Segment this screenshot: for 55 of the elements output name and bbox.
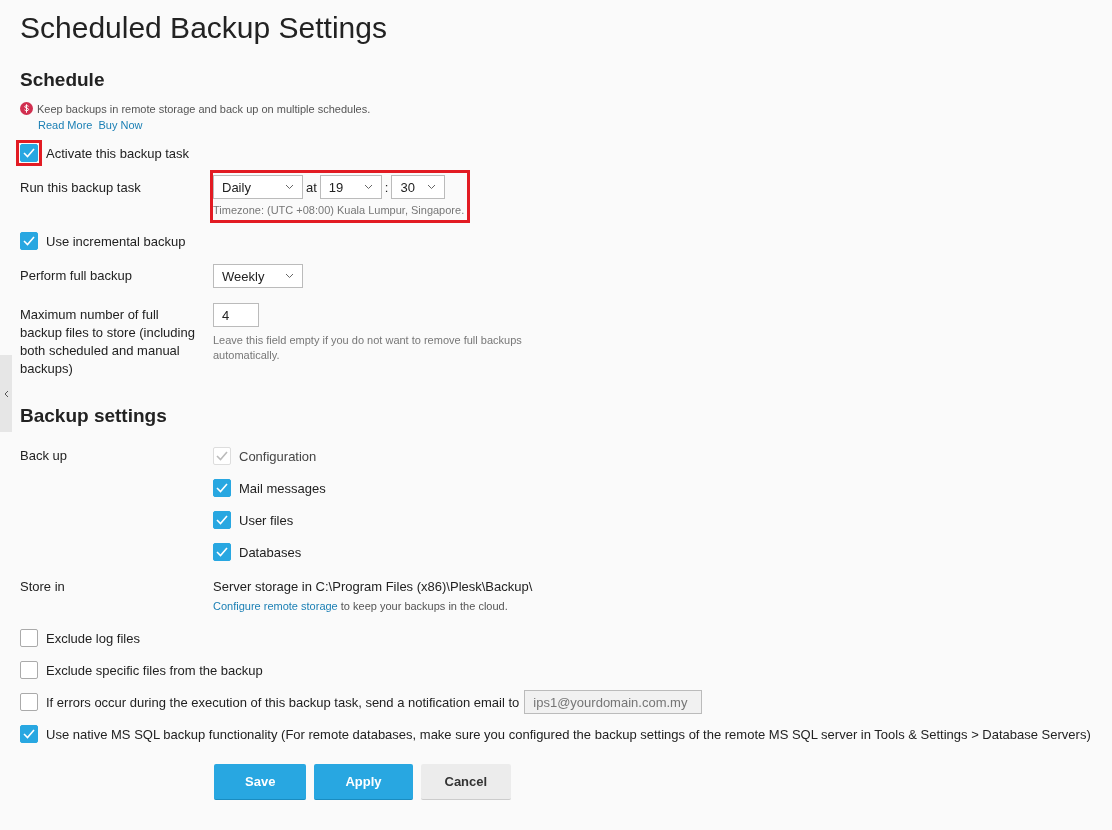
timezone-note: Timezone: (UTC +08:00) Kuala Lumpur, Singapore. (213, 203, 465, 218)
checkbox[interactable] (213, 511, 231, 529)
checkbox[interactable] (20, 232, 38, 250)
section-heading: Schedule (20, 68, 106, 92)
checkbox-label: Mail messages (239, 480, 326, 496)
checkbox-label: Use native MS SQL backup functionality (For remote databases, make sure you configured the backup settings of the remote MS SQL server in Tools & Settings > Database Servers) (46, 726, 1091, 742)
check-icon (23, 729, 35, 739)
field-hint: Leave this field empty if you do not want to remove full backups automatically. (213, 333, 523, 363)
checkbox-label: User files (239, 512, 294, 528)
checkbox-label: Activate this backup task (46, 145, 190, 161)
checkbox-label: Exclude log files (46, 630, 140, 646)
at-label: at (306, 179, 317, 195)
check-icon (23, 236, 35, 246)
dollar-badge-icon (20, 102, 33, 115)
time-separator: : (384, 179, 389, 195)
checkbox[interactable] (20, 629, 38, 647)
dropdown[interactable]: Daily (213, 175, 303, 199)
check-icon (216, 451, 228, 461)
dropdown[interactable]: Weekly (213, 264, 303, 288)
checkbox-label: Configuration (239, 448, 317, 464)
checkbox-label: Exclude specific files from the backup (46, 662, 263, 678)
chevron-down-icon (427, 184, 437, 190)
storage-location: Server storage in C:\Program Files (x86)\Plesk\Backup\ (213, 578, 533, 596)
form-button[interactable]: Cancel (420, 764, 512, 800)
checkbox[interactable] (213, 479, 231, 497)
field-label: Perform full backup (20, 267, 133, 285)
checkbox[interactable] (213, 543, 231, 561)
storage-note: Configure remote storage to keep your backups in the cloud. (213, 600, 509, 612)
check-icon (216, 547, 228, 557)
field-label: Store in (20, 578, 66, 596)
configure-storage-link[interactable]: Configure remote storage (213, 600, 338, 612)
chevron-left-icon (3, 389, 9, 398)
checkbox-label: Databases (239, 544, 302, 560)
checkbox[interactable] (20, 661, 38, 679)
number-field[interactable]: 4 (213, 303, 259, 327)
field-label: Run this backup task (20, 179, 142, 197)
dropdown[interactable]: 30 (391, 175, 446, 199)
check-icon (216, 483, 228, 493)
checkbox-label: Use incremental backup (46, 233, 186, 249)
check-icon (23, 148, 35, 158)
chevron-down-icon (285, 273, 294, 279)
field-label: Maximum number of full backup files to store (including both scheduled and manual backups) (20, 306, 196, 378)
field-label: Back up (20, 447, 68, 465)
promo-link[interactable]: Read More (38, 119, 93, 131)
checkbox-label: If errors occur during the execution of this backup task, send a notification email to (46, 694, 520, 710)
section-heading: Backup settings (20, 404, 168, 428)
sidebar-toggle[interactable] (0, 355, 12, 432)
dropdown[interactable]: 19 (319, 175, 382, 199)
chevron-down-icon (285, 184, 294, 190)
chevron-down-icon (363, 184, 373, 190)
check-icon (216, 515, 228, 525)
checkbox[interactable] (20, 725, 38, 743)
promo-link[interactable]: Buy Now (98, 119, 143, 131)
promo-text: Keep backups in remote storage and back up on multiple schedules. (37, 102, 371, 115)
page-title: Scheduled Backup Settings (20, 10, 388, 46)
